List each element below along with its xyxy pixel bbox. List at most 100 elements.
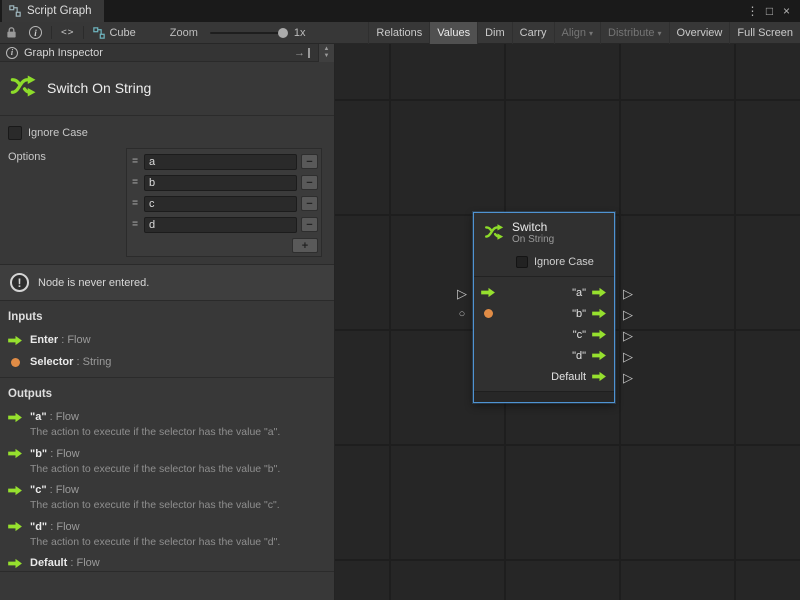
fullscreen-button[interactable]: Full Screen — [729, 22, 800, 44]
options-list: = − = − = − = − — [126, 148, 322, 257]
enter-port-icon[interactable] — [481, 287, 496, 298]
tab-label: Script Graph — [27, 5, 92, 17]
node-footer — [474, 391, 614, 402]
values-button[interactable]: Values — [429, 22, 477, 44]
remove-option-button[interactable]: − — [301, 175, 318, 190]
carry-button[interactable]: Carry — [512, 22, 554, 44]
option-input[interactable] — [144, 175, 297, 191]
external-left-ports: ▷ ○ — [455, 283, 469, 325]
outputs-header: Outputs — [0, 378, 334, 402]
switch-on-string-node[interactable]: Switch On String Ignore Case "a" — [473, 212, 615, 403]
unit-title-block: Switch On String — [0, 62, 334, 116]
zoom-slider-thumb[interactable] — [278, 28, 288, 38]
output-port-label: "d" — [572, 350, 586, 362]
flow-port-icon — [8, 448, 23, 459]
connection-triangle-icon[interactable]: ▷ — [623, 371, 633, 384]
option-item: = − — [130, 151, 318, 172]
input-port-row: Selector : String — [0, 355, 334, 369]
titlebar: Script Graph ⋮ □ × — [0, 0, 800, 22]
scroll-down-icon: ▼ — [324, 53, 330, 60]
option-input[interactable] — [144, 217, 297, 233]
ignore-case-row: Ignore Case — [8, 125, 326, 141]
flow-port-icon — [8, 335, 23, 346]
zoom-label: Zoom — [164, 22, 204, 43]
graph-name-label: Cube — [109, 27, 135, 39]
output-port-row: "a" : Flow — [0, 410, 334, 424]
dim-button[interactable]: Dim — [477, 22, 512, 44]
warning-text: Node is never entered. — [38, 277, 149, 289]
close-icon[interactable]: × — [778, 1, 795, 21]
node-header[interactable]: Switch On String — [474, 213, 614, 252]
maximize-icon[interactable]: □ — [761, 1, 778, 21]
output-port-label: "a" — [572, 287, 586, 299]
ignore-case-label: Ignore Case — [534, 256, 594, 268]
remove-option-button[interactable]: − — [301, 154, 318, 169]
option-input[interactable] — [144, 196, 297, 212]
option-item: = − — [130, 172, 318, 193]
graph-toolbar: i <> Cube Zoom 1x Relations Values Dim C… — [0, 22, 800, 44]
flow-port-icon — [8, 521, 23, 532]
tab-script-graph[interactable]: Script Graph — [2, 0, 104, 22]
zoom-slider[interactable] — [210, 32, 288, 34]
warning-icon: ! — [10, 273, 29, 292]
inspector-header: i Graph Inspector → ▲ ▼ — [0, 44, 334, 62]
connection-triangle-icon[interactable]: ▷ — [623, 329, 633, 342]
connection-triangle-icon[interactable]: ▷ — [457, 287, 467, 300]
code-view-button[interactable]: <> — [55, 22, 80, 43]
relations-button[interactable]: Relations — [368, 22, 429, 44]
remove-option-button[interactable]: − — [301, 196, 318, 211]
info-icon: i — [29, 26, 42, 39]
dock-icon[interactable]: → — [294, 48, 310, 58]
flow-port-icon[interactable] — [592, 350, 607, 361]
port-description: The action to execute if the selector ha… — [30, 536, 326, 549]
drag-handle-icon[interactable]: = — [130, 156, 140, 167]
add-option-button[interactable]: + — [292, 238, 318, 253]
graph-breadcrumb[interactable]: Cube — [87, 22, 141, 43]
lock-button[interactable] — [0, 22, 23, 43]
output-port-row: Default : Flow — [0, 556, 334, 570]
graph-icon — [9, 5, 21, 17]
inspector-toggle-button[interactable]: i — [23, 22, 48, 43]
node-subtitle: On String — [512, 234, 554, 246]
connection-triangle-icon[interactable]: ▷ — [623, 308, 633, 321]
toolbar-separator — [51, 26, 52, 39]
node-ports: "a" "b" — [474, 277, 614, 391]
flow-port-icon[interactable] — [592, 308, 607, 319]
output-port-label: "c" — [573, 329, 586, 341]
options-section: Options = − = − = − = — [8, 148, 322, 257]
drag-handle-icon[interactable]: = — [130, 219, 140, 230]
flow-port-icon[interactable] — [592, 329, 607, 340]
flow-port-icon — [8, 412, 23, 423]
divider — [0, 571, 334, 572]
inspector-header-title: Graph Inspector — [24, 47, 103, 59]
scroll-up-icon: ▲ — [324, 46, 330, 53]
connection-triangle-icon[interactable]: ▷ — [623, 350, 633, 363]
node-title: Switch — [512, 221, 554, 234]
window-menu-icon[interactable]: ⋮ — [744, 1, 761, 21]
selector-port-icon[interactable] — [484, 309, 493, 318]
warning-box: ! Node is never entered. — [0, 264, 334, 301]
flow-port-icon[interactable] — [592, 371, 607, 382]
chevron-down-icon: ▾ — [589, 29, 593, 38]
input-port-row: Enter : Flow — [0, 333, 334, 347]
connection-circle-icon[interactable]: ○ — [459, 309, 466, 320]
ignore-case-checkbox[interactable] — [8, 126, 22, 140]
drag-handle-icon[interactable]: = — [130, 177, 140, 188]
external-right-ports: ▷ ▷ ▷ ▷ ▷ — [621, 283, 635, 388]
graph-inspector-panel: i Graph Inspector → ▲ ▼ — [0, 44, 335, 600]
option-input[interactable] — [144, 154, 297, 170]
panel-scroll-arrows[interactable]: ▲ ▼ — [318, 44, 334, 62]
connection-triangle-icon[interactable]: ▷ — [623, 287, 633, 300]
remove-option-button[interactable]: − — [301, 217, 318, 232]
output-port-row: "b" : Flow — [0, 447, 334, 461]
drag-handle-icon[interactable]: = — [130, 198, 140, 209]
ignore-case-checkbox[interactable] — [516, 256, 528, 268]
unit-title: Switch On String — [47, 80, 151, 96]
graph-canvas[interactable]: ▷ ○ ▷ ▷ ▷ ▷ ▷ — [335, 44, 800, 600]
flow-port-icon — [8, 485, 23, 496]
distribute-dropdown[interactable]: Distribute▾ — [600, 22, 668, 44]
flow-port-icon[interactable] — [592, 287, 607, 298]
script-graph-asset-icon — [93, 27, 105, 39]
align-dropdown[interactable]: Align▾ — [554, 22, 600, 44]
overview-button[interactable]: Overview — [669, 22, 730, 44]
